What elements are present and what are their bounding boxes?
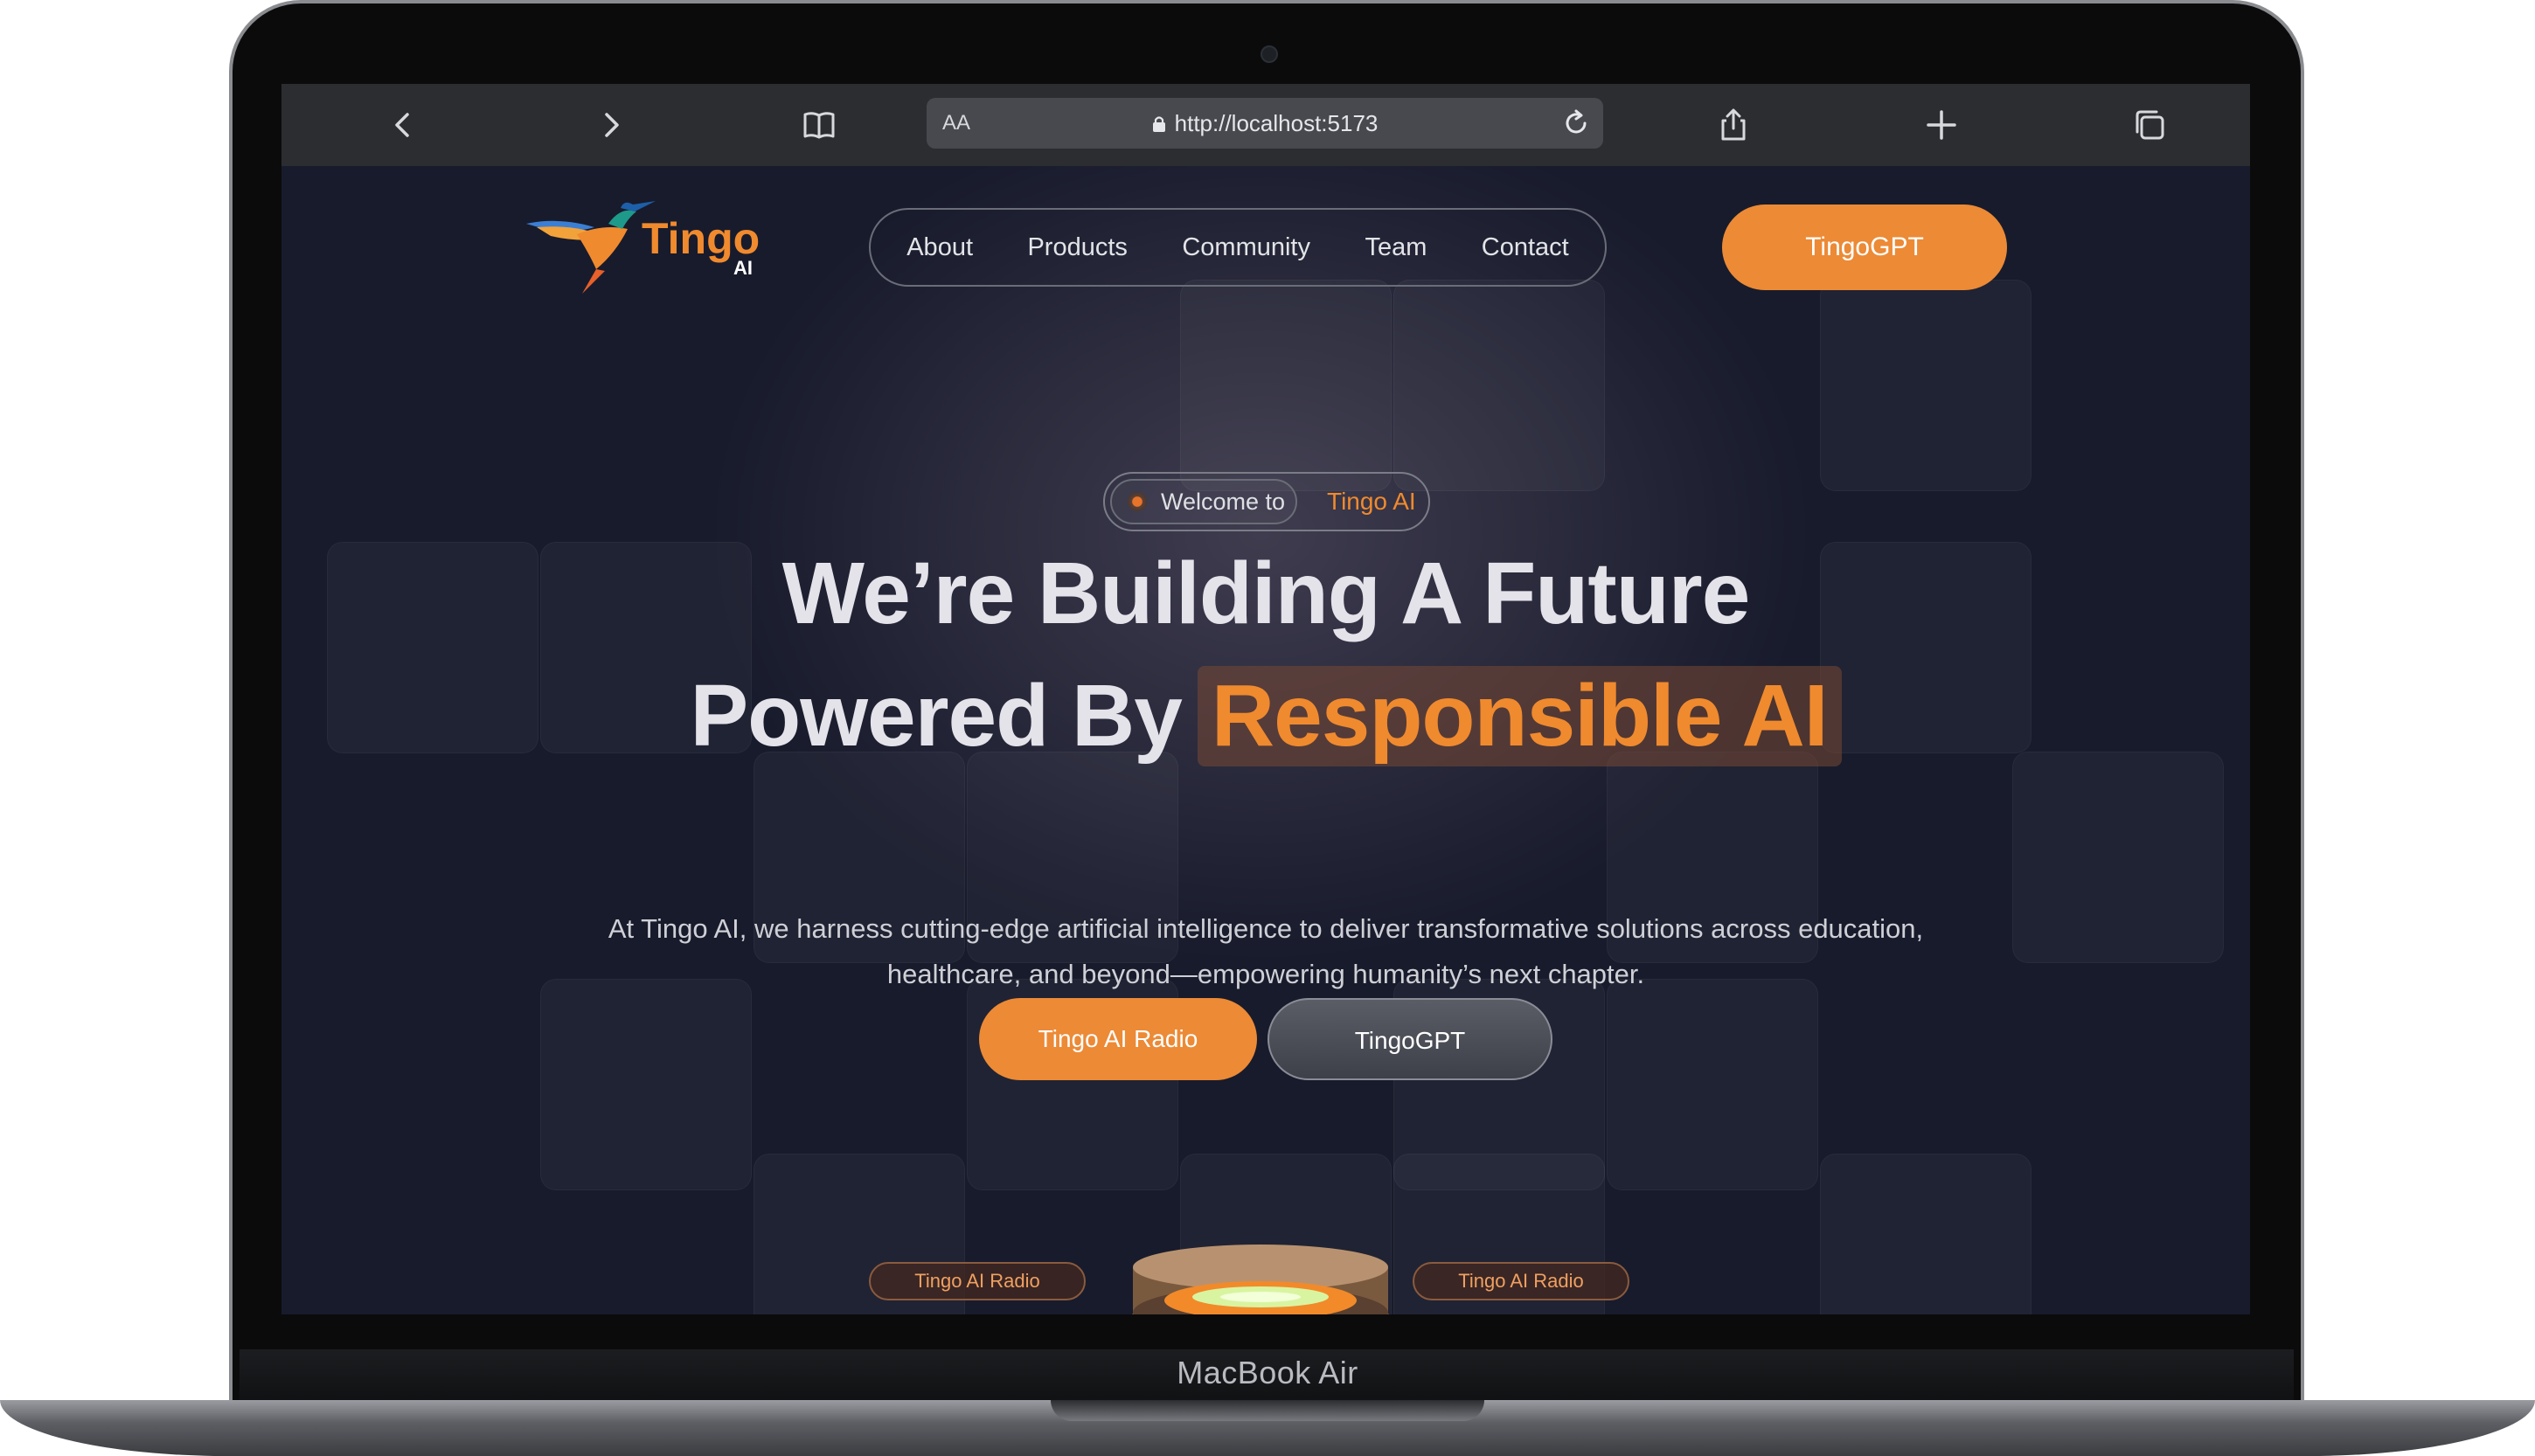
main-nav: About Products Community Team Contact <box>869 208 1607 287</box>
tingogpt-header-button[interactable]: TingoGPT <box>1722 205 2007 290</box>
chevron-right-icon[interactable] <box>587 101 635 149</box>
nav-link-community[interactable]: Community <box>1182 233 1310 262</box>
bg-tile <box>2012 752 2224 963</box>
logo-subtext: AI <box>733 257 753 279</box>
camera-icon <box>1261 45 1278 63</box>
welcome-pill: Welcome to <box>1110 479 1297 524</box>
bg-tile <box>1607 979 1818 1190</box>
headline-line-1: We’re Building A Future <box>781 544 1751 642</box>
share-icon[interactable] <box>1710 101 1757 149</box>
url-text-wrap: http://localhost:5173 <box>927 98 1603 149</box>
headline-highlight: Responsible AI <box>1197 666 1842 766</box>
bg-tile <box>540 979 752 1190</box>
laptop-notch <box>1051 1400 1484 1421</box>
chevron-left-icon[interactable] <box>379 101 427 149</box>
hero-description: At Tingo AI, we harness cutting-edge art… <box>608 913 1924 989</box>
lock-icon <box>1152 116 1165 132</box>
browser-toolbar: AA http://localhost:5173 <box>281 84 2250 167</box>
tingogpt-button[interactable]: TingoGPT <box>1268 998 1552 1080</box>
device-model-label: MacBook Air <box>1177 1355 1358 1390</box>
bg-tile <box>1820 1154 2031 1314</box>
url-text: http://localhost:5173 <box>1174 110 1379 136</box>
screen: AA http://localhost:5173 Tingo AI About … <box>281 84 2250 1314</box>
nav-link-contact[interactable]: Contact <box>1482 233 1569 262</box>
tabs-icon[interactable] <box>2126 101 2173 149</box>
status-dot-icon <box>1128 492 1147 511</box>
headline-line-2: Powered By Responsible AI <box>281 666 2250 766</box>
nav-link-about[interactable]: About <box>906 233 973 262</box>
radio-tag-left[interactable]: Tingo AI Radio <box>869 1262 1086 1300</box>
headline-prefix: Powered By <box>690 667 1182 765</box>
plus-icon[interactable] <box>1918 101 1965 149</box>
welcome-prefix: Welcome to <box>1161 489 1286 515</box>
nav-link-team[interactable]: Team <box>1365 233 1427 262</box>
reload-icon[interactable] <box>1559 107 1593 140</box>
tingo-ai-radio-button[interactable]: Tingo AI Radio <box>979 998 1257 1080</box>
radio-disc-illustration <box>1132 1245 1389 1314</box>
web-page: Tingo AI About Products Community Team C… <box>281 166 2250 1314</box>
welcome-badge: Welcome to Tingo AI <box>1103 472 1430 531</box>
book-icon[interactable] <box>795 101 843 149</box>
radio-tag-right[interactable]: Tingo AI Radio <box>1413 1262 1629 1300</box>
welcome-brand: Tingo AI <box>1327 488 1416 515</box>
nav-link-products[interactable]: Products <box>1027 233 1127 262</box>
url-bar[interactable]: AA http://localhost:5173 <box>927 98 1603 149</box>
site-header: Tingo AI About Products Community Team C… <box>281 166 2250 332</box>
